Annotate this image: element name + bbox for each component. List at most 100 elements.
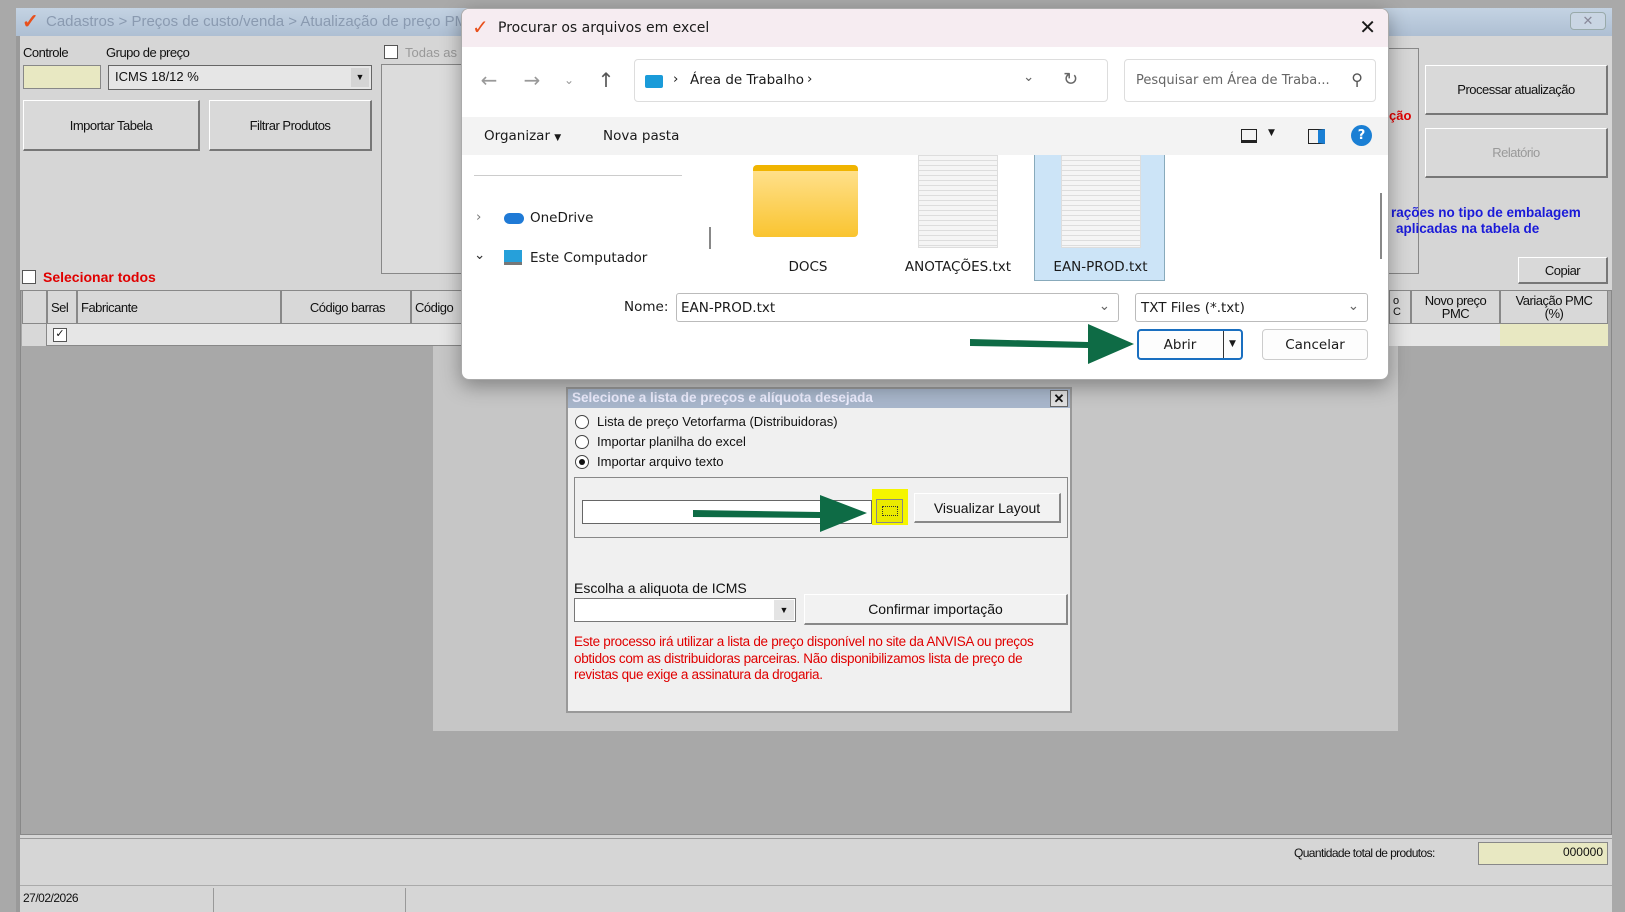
nav-scrollbar[interactable] [709, 227, 711, 249]
radio-option-texto[interactable]: Importar arquivo texto [575, 453, 975, 471]
up-icon[interactable]: ↑ [594, 67, 618, 93]
recent-dropdown-icon[interactable]: ⌄ [558, 67, 580, 93]
row-indicator [22, 324, 47, 346]
import-dialog-close-button[interactable]: ✕ [1050, 390, 1068, 407]
folder-icon [753, 165, 858, 237]
file-dialog-title-bar: ✓ Procurar os arquivos em excel ✕ [462, 9, 1388, 47]
nova-pasta-button[interactable]: Nova pasta [603, 128, 679, 144]
search-input[interactable]: Pesquisar em Área de Traba... ⚲ [1124, 59, 1376, 102]
visualizar-layout-button[interactable]: Visualizar Layout [914, 493, 1061, 523]
radio-button[interactable] [575, 435, 589, 449]
warning-text: Este processo irá utilizar a lista de pr… [574, 634, 1034, 682]
processar-atualizacao-button[interactable]: Processar atualização [1425, 65, 1608, 115]
radio-button-selected[interactable] [575, 455, 589, 469]
confirmar-importacao-button[interactable]: Confirmar importação [804, 594, 1068, 625]
radio-option-vetorfarma[interactable]: Lista de preço Vetorfarma (Distribuidora… [575, 413, 975, 431]
chevron-down-icon[interactable]: ⌄ [1099, 298, 1110, 314]
nav-label: Este Computador [530, 250, 648, 266]
nav-item-este-computador[interactable]: ⌄ Este Computador [474, 247, 684, 271]
controle-label: Controle [23, 45, 69, 60]
row-sel-checkbox[interactable]: ✓ [53, 328, 67, 342]
text-file-icon [1061, 155, 1141, 248]
radio-button[interactable] [575, 415, 589, 429]
arrow-shape [693, 495, 867, 532]
toolbar: Organizar ▼ Nova pasta ▼ ? [462, 117, 1388, 155]
col-novo-preco[interactable]: Novo preço PMC [1411, 291, 1500, 324]
filter-list-box [381, 64, 471, 274]
nav-item-onedrive[interactable]: › OneDrive [474, 207, 684, 231]
breadcrumb-separator: › [807, 71, 813, 87]
file-name: ANOTAÇÕES.txt [904, 259, 1012, 275]
controle-field[interactable] [23, 65, 101, 89]
preview-pane-icon[interactable] [1308, 129, 1325, 144]
icms-select[interactable]: ▼ [574, 598, 796, 622]
nome-value: EAN-PROD.txt [681, 300, 776, 316]
right-panel-frame [1389, 48, 1419, 274]
summary-panel [20, 838, 1612, 883]
filetype-select[interactable]: TXT Files (*.txt) ⌄ [1135, 293, 1368, 322]
search-placeholder: Pesquisar em Área de Traba... [1136, 73, 1330, 88]
chevron-right-icon[interactable]: › [476, 209, 481, 225]
col-codigo-barras[interactable]: Código barras [281, 291, 411, 324]
dropdown-arrow-icon: ▼ [774, 600, 794, 620]
importar-tabela-button[interactable]: Importar Tabela [23, 100, 200, 151]
organizar-label: Organizar [484, 128, 550, 144]
status-date: 27/02/2026 [23, 891, 79, 905]
address-bar[interactable]: › Área de Trabalho › ⌄ ↻ [634, 59, 1108, 102]
copiar-button[interactable]: Copiar [1518, 257, 1608, 284]
col-variacao[interactable]: Variação PMC (%) [1500, 291, 1608, 324]
col-partial[interactable]: o C [1389, 291, 1411, 324]
address-dropdown-icon[interactable]: ⌄ [1023, 69, 1034, 85]
variacao-cell[interactable] [1500, 324, 1608, 346]
close-icon[interactable]: ✕ [1359, 15, 1376, 39]
grid-row-indicator-header [22, 291, 47, 324]
radio-option-excel[interactable]: Importar planilha do excel [575, 433, 975, 451]
blue-note-line-2: aplicadas na tabela de [1396, 221, 1540, 236]
relatorio-button[interactable]: Relatório [1425, 128, 1608, 178]
nav-pane: › OneDrive ⌄ Este Computador [462, 155, 694, 281]
radio-label: Importar planilha do excel [597, 434, 746, 449]
cancelar-button[interactable]: Cancelar [1262, 329, 1368, 360]
icms-label: Escolha a aliquota de ICMS [574, 580, 747, 596]
selecionar-todos-checkbox[interactable] [22, 270, 36, 284]
computer-icon [504, 250, 522, 265]
refresh-icon[interactable]: ↻ [1063, 69, 1078, 90]
col-sel[interactable]: Sel [47, 291, 77, 324]
grupo-preco-select[interactable]: ICMS 18/12 % ▼ [108, 65, 372, 90]
browse-button[interactable] [876, 499, 903, 523]
view-dropdown-icon[interactable]: ▼ [1268, 128, 1275, 138]
todas-label: Todas as [405, 45, 458, 60]
abrir-label: Abrir [1163, 336, 1197, 353]
help-icon[interactable]: ? [1351, 125, 1372, 146]
table-row[interactable] [22, 324, 471, 346]
qtd-field: 000000 [1478, 842, 1608, 865]
col-fabricante[interactable]: Fabricante [77, 291, 281, 324]
nav-divider [474, 175, 682, 176]
close-app-button[interactable]: ✕ [1570, 12, 1606, 30]
file-name: EAN-PROD.txt [1053, 259, 1148, 275]
abrir-button[interactable]: Abrir ▼ [1137, 329, 1243, 360]
nome-input[interactable]: EAN-PROD.txt ⌄ [676, 293, 1119, 322]
chevron-down-icon[interactable]: ⌄ [1348, 298, 1359, 314]
organizar-menu[interactable]: Organizar ▼ [484, 128, 561, 144]
todas-checkbox[interactable] [384, 45, 398, 59]
path-segment[interactable]: Área de Trabalho [690, 72, 804, 88]
table-row-right [1389, 324, 1500, 346]
status-divider [405, 888, 406, 912]
grupo-label: Grupo de preço [106, 45, 190, 60]
selecionar-todos-label[interactable]: Selecionar todos [43, 269, 156, 285]
file-name: DOCS [788, 259, 828, 275]
file-pane-scrollbar[interactable] [1380, 193, 1382, 259]
chevron-down-icon[interactable]: ⌄ [474, 247, 485, 263]
view-icon[interactable] [1241, 129, 1257, 143]
file-item-ean-prod[interactable]: EAN-PROD.txt [1034, 155, 1165, 281]
forward-icon[interactable]: → [519, 67, 545, 93]
radio-label: Importar arquivo texto [597, 454, 724, 469]
arrow-shape [970, 324, 1134, 364]
red-partial-label: ção [1389, 108, 1412, 123]
back-icon[interactable]: ← [476, 67, 502, 93]
filtrar-produtos-button[interactable]: Filtrar Produtos [209, 100, 372, 151]
abrir-split-dropdown-icon[interactable]: ▼ [1223, 331, 1241, 358]
file-item-anotacoes[interactable]: ANOTAÇÕES.txt [868, 155, 1033, 281]
file-item-docs[interactable]: DOCS [738, 155, 858, 281]
